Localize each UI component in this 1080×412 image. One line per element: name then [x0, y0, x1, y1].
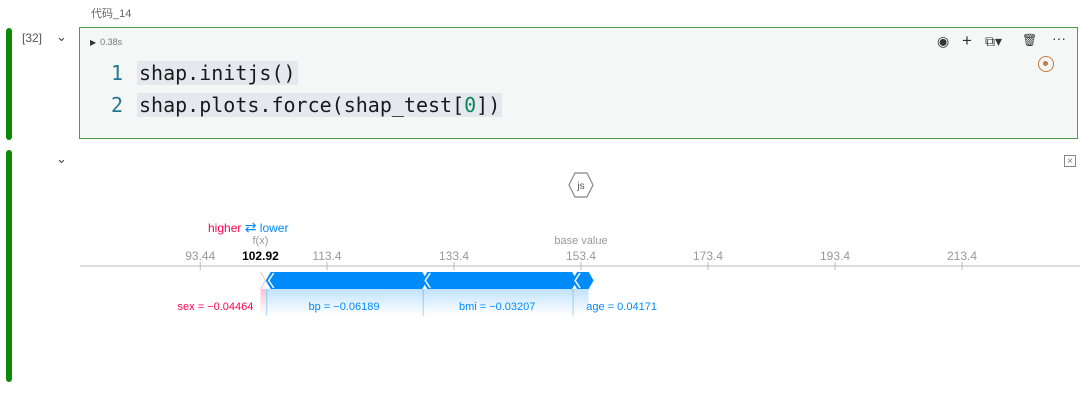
force-plot: [80, 262, 1080, 316]
feature-label-bmi: bmi = −0.03207: [458, 301, 536, 313]
force-segment-sex: [260, 272, 266, 289]
feature-label-age: age = 0.04171: [586, 301, 657, 313]
segment-shade-sex: [260, 289, 266, 315]
feature-label-bp: bp = −0.06189: [308, 301, 380, 313]
force-segment-bp: [265, 272, 428, 289]
force-segment-bmi: [422, 272, 578, 289]
feature-label-sex: sex = −0.04464: [177, 301, 254, 313]
